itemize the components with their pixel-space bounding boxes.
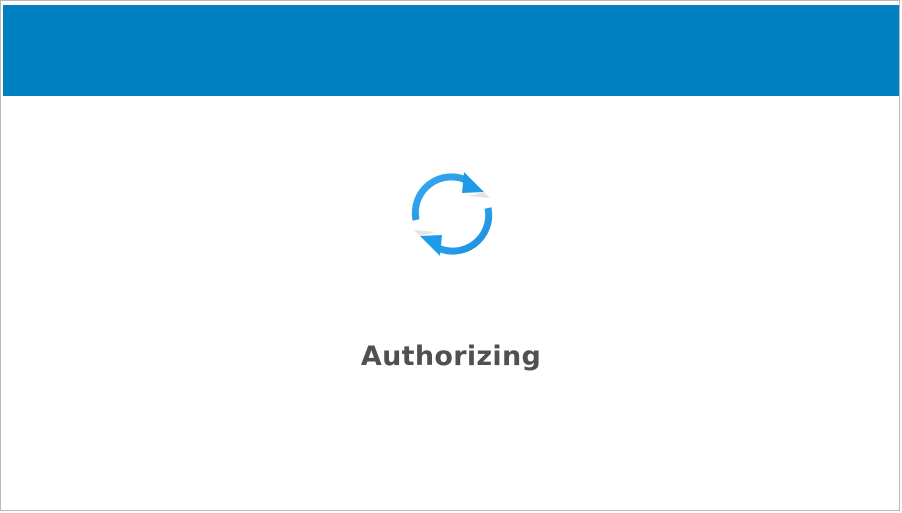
loading-spinner-icon [402,164,502,264]
authorization-dialog: Authorizing [0,0,900,511]
status-label: Authorizing [360,341,542,372]
header-bar [3,5,899,96]
